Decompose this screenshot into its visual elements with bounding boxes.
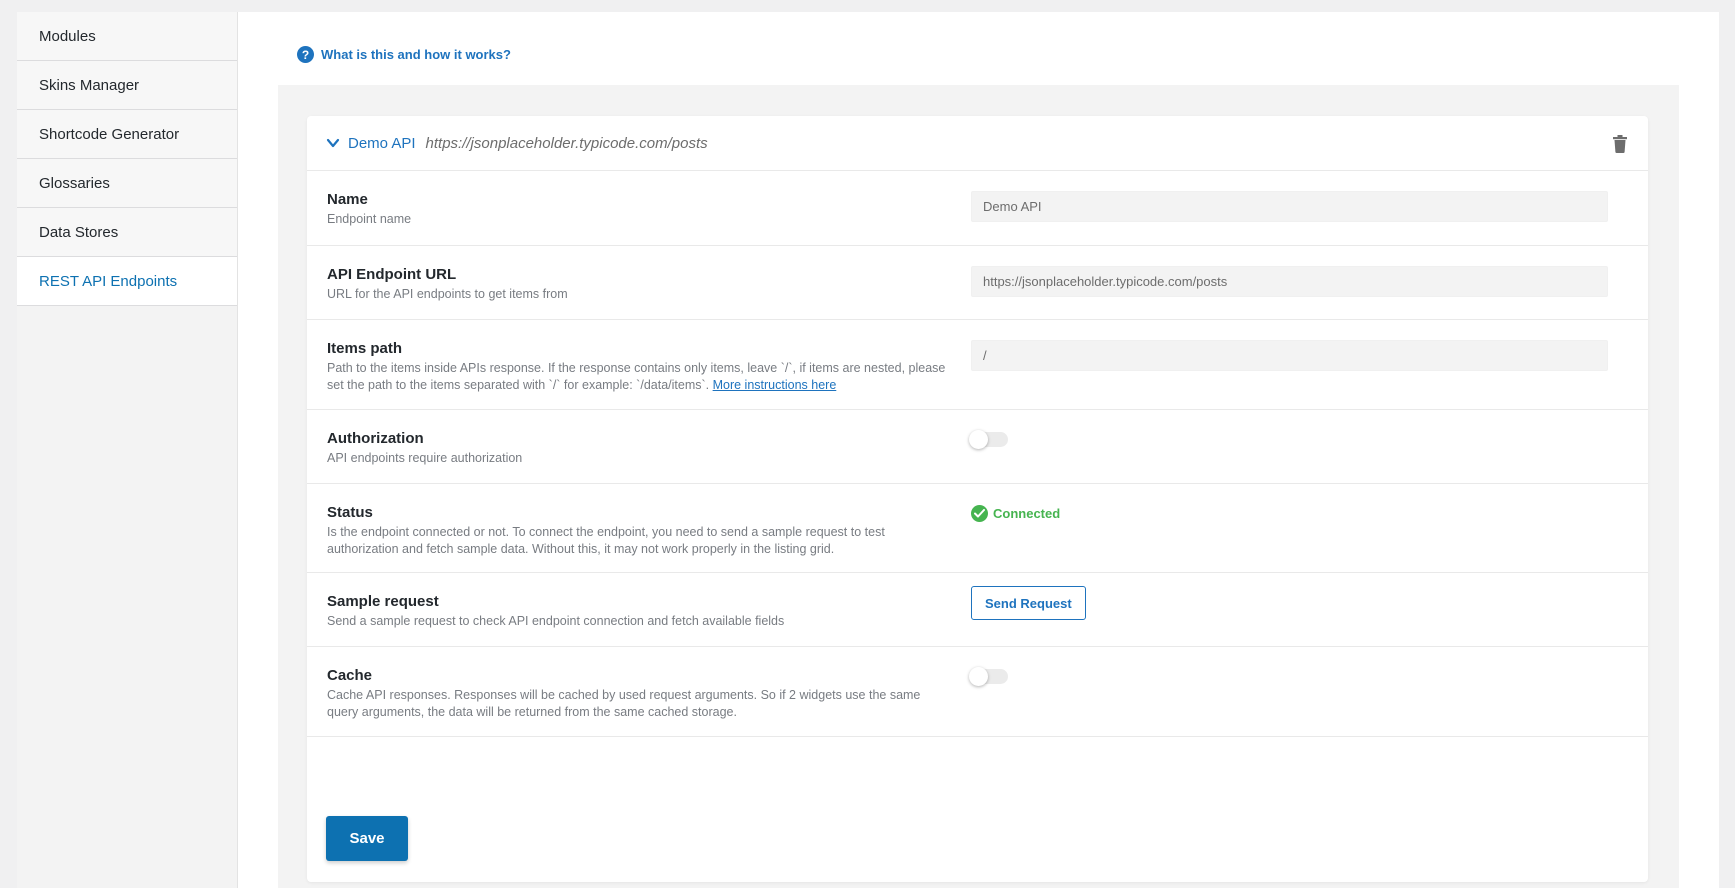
items-path-desc-text: Path to the items inside APIs response. …	[327, 361, 946, 392]
endpoints-panel: Demo API https://jsonplaceholder.typicod…	[278, 85, 1679, 888]
sample-request-title: Sample request	[327, 593, 439, 610]
name-title: Name	[327, 191, 368, 208]
sidebar: Modules Skins Manager Shortcode Generato…	[17, 12, 238, 888]
endpoint-title[interactable]: Demo API	[348, 135, 416, 152]
toggle-knob	[969, 667, 988, 686]
url-input[interactable]	[971, 266, 1608, 297]
cache-title: Cache	[327, 667, 373, 684]
name-row: Name Endpoint name	[307, 171, 1648, 246]
sidebar-item-skins-manager[interactable]: Skins Manager	[17, 61, 237, 110]
name-input[interactable]	[971, 191, 1608, 222]
cache-toggle[interactable]	[969, 667, 1008, 686]
status-row: Status Is the endpoint connected or not.…	[307, 484, 1648, 573]
save-button[interactable]: Save	[326, 816, 408, 861]
chevron-down-icon[interactable]	[326, 136, 340, 150]
status-badge: Connected	[971, 505, 1629, 522]
more-instructions-link[interactable]: More instructions here	[713, 378, 837, 392]
status-desc: Is the endpoint connected or not. To con…	[327, 525, 885, 556]
sidebar-item-shortcode-generator[interactable]: Shortcode Generator	[17, 110, 237, 159]
send-request-button[interactable]: Send Request	[971, 586, 1086, 620]
url-title: API Endpoint URL	[327, 266, 457, 283]
items-path-title: Items path	[327, 340, 403, 357]
status-value: Connected	[993, 506, 1061, 521]
sidebar-item-glossaries[interactable]: Glossaries	[17, 159, 237, 208]
question-icon: ?	[297, 46, 314, 63]
name-desc: Endpoint name	[327, 212, 412, 226]
sidebar-item-rest-api-endpoints[interactable]: REST API Endpoints	[17, 257, 237, 306]
items-path-row: Items path Path to the items inside APIs…	[307, 320, 1648, 410]
status-title: Status	[327, 504, 373, 521]
toggle-knob	[969, 430, 988, 449]
sample-request-row: Sample request Send a sample request to …	[307, 573, 1648, 647]
help-link[interactable]: ? What is this and how it works?	[297, 46, 511, 63]
trash-icon[interactable]	[1612, 135, 1628, 153]
check-circle-icon	[971, 505, 988, 522]
main-content: ? What is this and how it works? Demo AP…	[238, 12, 1719, 888]
authorization-desc: API endpoints require authorization	[327, 451, 523, 465]
sample-request-desc: Send a sample request to check API endpo…	[327, 614, 785, 628]
sidebar-item-modules[interactable]: Modules	[17, 12, 237, 61]
help-link-label: What is this and how it works?	[321, 47, 511, 62]
items-path-input[interactable]	[971, 340, 1608, 371]
endpoint-url-label: https://jsonplaceholder.typicode.com/pos…	[425, 134, 708, 152]
url-desc: URL for the API endpoints to get items f…	[327, 287, 568, 301]
authorization-title: Authorization	[327, 430, 424, 447]
cache-desc: Cache API responses. Responses will be c…	[327, 688, 921, 719]
endpoint-card-header: Demo API https://jsonplaceholder.typicod…	[307, 116, 1648, 171]
endpoint-card: Demo API https://jsonplaceholder.typicod…	[307, 116, 1648, 882]
authorization-toggle[interactable]	[969, 430, 1008, 449]
authorization-row: Authorization API endpoints require auth…	[307, 410, 1648, 484]
cache-row: Cache Cache API responses. Responses wil…	[307, 647, 1648, 737]
items-path-desc: Path to the items inside APIs response. …	[327, 360, 951, 394]
url-row: API Endpoint URL URL for the API endpoin…	[307, 246, 1648, 320]
sidebar-item-data-stores[interactable]: Data Stores	[17, 208, 237, 257]
